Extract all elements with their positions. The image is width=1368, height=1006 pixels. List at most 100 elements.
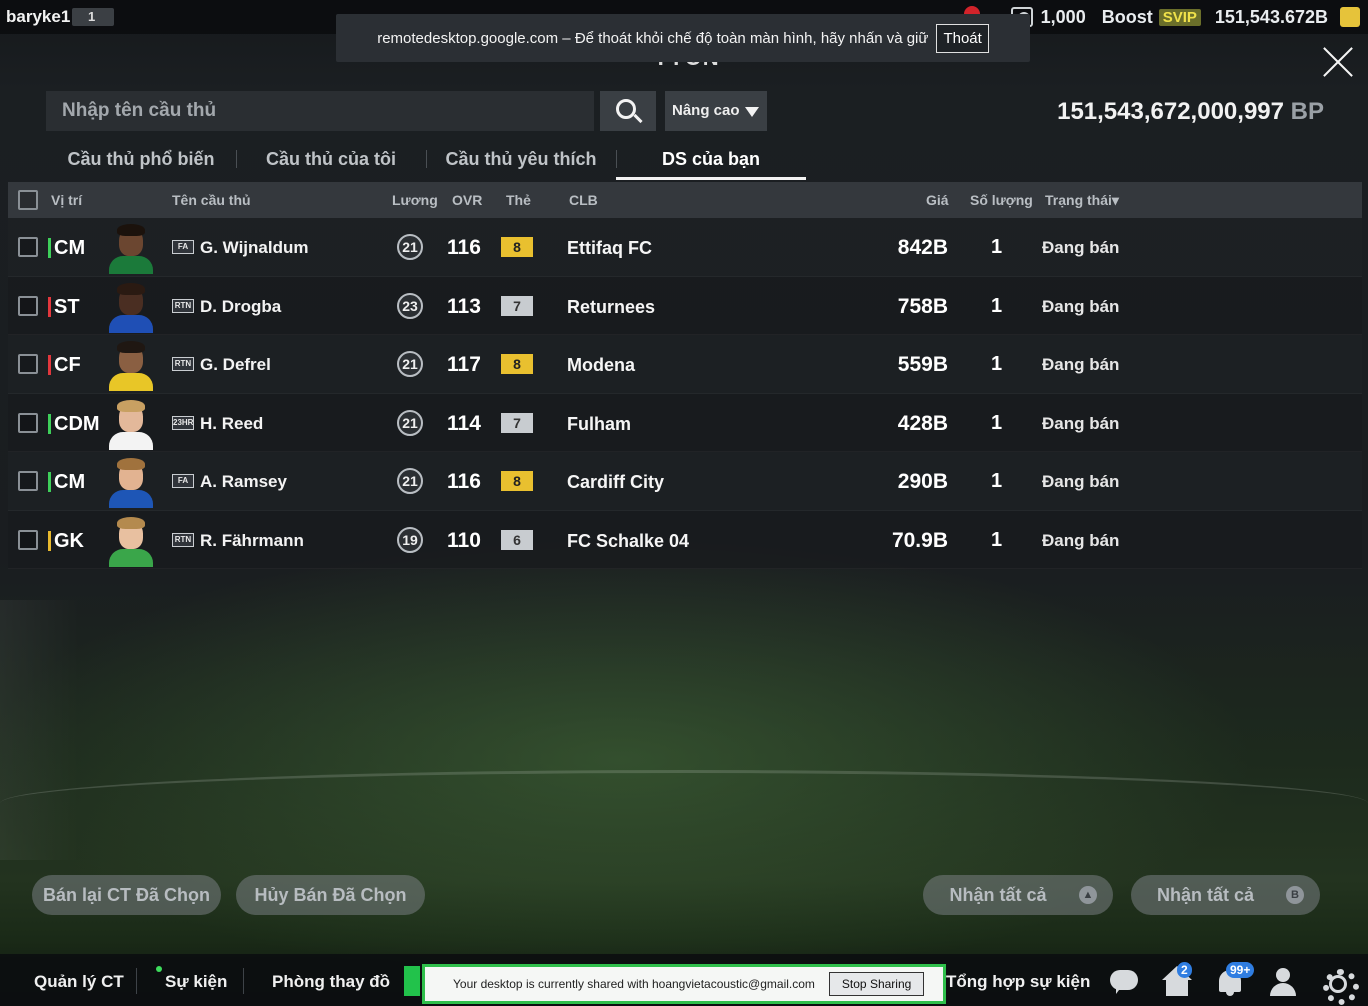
cancel-selected-button[interactable]: Hủy Bán Đã Chọn — [236, 875, 425, 915]
listing-price: 758B — [897, 294, 948, 318]
tab-favorite-players[interactable]: Cầu thủ yêu thích — [426, 140, 616, 180]
player-wage: 21 — [397, 351, 423, 377]
header-quantity: Số lượng — [970, 192, 1033, 208]
listings-table: Vị trí Tên cầu thủ Lương OVR Thẻ CLB Giá… — [8, 182, 1362, 569]
chat-icon[interactable] — [1110, 966, 1140, 996]
table-row[interactable]: GK RTN R. Fährmann 19 110 6 FC Schalke 04 70.9B… — [8, 510, 1362, 569]
player-position: CM — [48, 236, 85, 260]
player-ovr: 116 — [447, 470, 481, 493]
resell-selected-button[interactable]: Bán lại CT Đã Chọn — [32, 875, 221, 915]
table-row[interactable]: CF RTN G. Defrel 21 117 8 Modena 559B 1 Đang bán — [8, 335, 1362, 394]
bp-balance: 151,543.672B — [1214, 6, 1328, 27]
remote-desktop-message: remotedesktop.google.com – Để thoát khỏi… — [377, 29, 929, 47]
player-ovr: 114 — [447, 411, 481, 435]
player-club: Returnees — [567, 296, 656, 317]
listing-status: Đang bán — [1042, 413, 1120, 433]
tab-my-players[interactable]: Cầu thủ của tôi — [236, 140, 426, 180]
player-avatar — [105, 222, 157, 274]
screen-share-message: Your desktop is currently shared with ho… — [453, 977, 815, 991]
shirt-icon: ▲ — [1079, 886, 1097, 904]
exit-fullscreen-button[interactable]: Thoát — [936, 23, 989, 53]
row-checkbox[interactable] — [18, 412, 38, 433]
player-position: CDM — [48, 412, 100, 436]
listing-status: Đang bán — [1042, 296, 1120, 316]
row-checkbox[interactable] — [18, 237, 38, 257]
table-row[interactable]: CM FA A. Ramsey 21 116 8 Cardiff City 290B 1 Đang… — [8, 452, 1362, 511]
tab-popular-players[interactable]: Cầu thủ phổ biến — [46, 140, 236, 180]
player-position: CF — [48, 353, 81, 377]
card-level-badge: 8 — [501, 237, 533, 257]
listing-price: 559B — [897, 353, 948, 376]
table-header: Vị trí Tên cầu thủ Lương OVR Thẻ CLB Giá… — [8, 182, 1362, 218]
username: baryke1 — [6, 7, 71, 26]
player-wage: 21 — [397, 234, 423, 260]
svip-badge: SVIP — [1158, 8, 1201, 26]
avatar-kit — [109, 548, 153, 567]
close-icon[interactable] — [1322, 46, 1354, 78]
ticket-count: 1,000 — [1040, 6, 1086, 27]
player-wage: 21 — [397, 468, 423, 494]
avatar-hair — [117, 516, 145, 529]
header-status-sort[interactable]: Trạng thái▾ — [1045, 192, 1119, 209]
tab-your-listings[interactable]: DS của bạn — [616, 140, 806, 180]
select-all-checkbox[interactable] — [18, 190, 38, 210]
listing-quantity: 1 — [991, 411, 1003, 434]
user-level: 1 — [72, 8, 114, 26]
currency-bar: 1,000 Boost SVIP 151,543.672B — [1010, 4, 1360, 30]
claim-all-bp-button[interactable]: Nhận tất cả B — [1131, 875, 1320, 915]
nav-manage-players[interactable]: Quản lý CT — [34, 972, 124, 992]
share-indicator-bar — [404, 966, 420, 996]
header-position: Vị trí — [51, 192, 83, 208]
table-body: CM FA G. Wijnaldum 21 116 8 Ettifaq FC 842B 1 Đan… — [8, 218, 1362, 569]
avatar-hair — [117, 341, 145, 353]
table-row[interactable]: ST RTN D. Drogba 23 113 7 Returnees 758B 1 Đang b… — [8, 276, 1362, 335]
stop-sharing-button[interactable]: Stop Sharing — [828, 972, 925, 996]
row-checkbox[interactable] — [18, 471, 38, 491]
nav-divider — [136, 968, 137, 994]
player-ovr: 117 — [447, 353, 481, 376]
card-level-badge: 8 — [501, 471, 533, 491]
avatar-hair — [117, 282, 145, 295]
user-icon[interactable] — [1268, 966, 1298, 996]
screen-share-banner: Your desktop is currently shared with ho… — [422, 964, 946, 1004]
card-level-badge: 8 — [501, 354, 533, 374]
listing-quantity: 1 — [991, 236, 1003, 258]
player-name[interactable]: R. Fährmann — [200, 531, 304, 551]
player-avatar — [105, 398, 157, 450]
listing-status: Đang bán — [1042, 472, 1120, 491]
player-wage: 21 — [397, 409, 423, 436]
table-row[interactable]: CM FA G. Wijnaldum 21 116 8 Ettifaq FC 842B 1 Đan… — [8, 218, 1362, 277]
search-button[interactable] — [600, 91, 656, 131]
nav-events[interactable]: Sự kiện — [165, 972, 227, 992]
nav-locker-room[interactable]: Phòng thay đồ — [272, 972, 390, 992]
advanced-filter-dropdown[interactable]: Nâng cao — [665, 91, 767, 131]
player-name[interactable]: G. Defrel — [200, 355, 271, 375]
row-checkbox[interactable] — [18, 529, 38, 550]
avatar-hair — [117, 458, 145, 470]
nav-event-summary[interactable]: Tổng hợp sự kiện — [946, 972, 1090, 992]
player-name[interactable]: G. Wijnaldum — [200, 238, 308, 258]
row-checkbox[interactable] — [18, 295, 38, 316]
player-name[interactable]: H. Reed — [200, 414, 263, 434]
pitch-line — [0, 770, 1368, 810]
player-position: ST — [48, 295, 80, 319]
player-avatar — [105, 281, 157, 333]
player-name[interactable]: D. Drogba — [200, 297, 281, 317]
avatar-kit — [109, 314, 153, 333]
search-input[interactable] — [46, 91, 594, 131]
bp-total-value: 151,543,672,000,997 — [1057, 98, 1284, 125]
table-row[interactable]: CDM 23HR H. Reed 21 114 7 Fulham 428B 1 Đang bán — [8, 393, 1362, 452]
claim-all-items-button[interactable]: Nhận tất cả ▲ — [923, 875, 1113, 915]
remote-desktop-banner: remotedesktop.google.com – Để thoát khỏi… — [336, 14, 1030, 62]
player-name[interactable]: A. Ramsey — [200, 472, 287, 492]
listing-quantity: 1 — [991, 470, 1003, 492]
claim-all-bp-label: Nhận tất cả — [1156, 885, 1255, 905]
listing-price: 842B — [897, 236, 948, 259]
header-club: CLB — [569, 192, 598, 208]
gear-icon[interactable] — [1320, 966, 1359, 1005]
row-checkbox[interactable] — [18, 354, 38, 374]
listing-status: Đang bán — [1042, 238, 1120, 257]
player-ovr: 116 — [447, 236, 481, 259]
player-position: CM — [48, 470, 85, 494]
player-club: Ettifaq FC — [567, 238, 652, 258]
